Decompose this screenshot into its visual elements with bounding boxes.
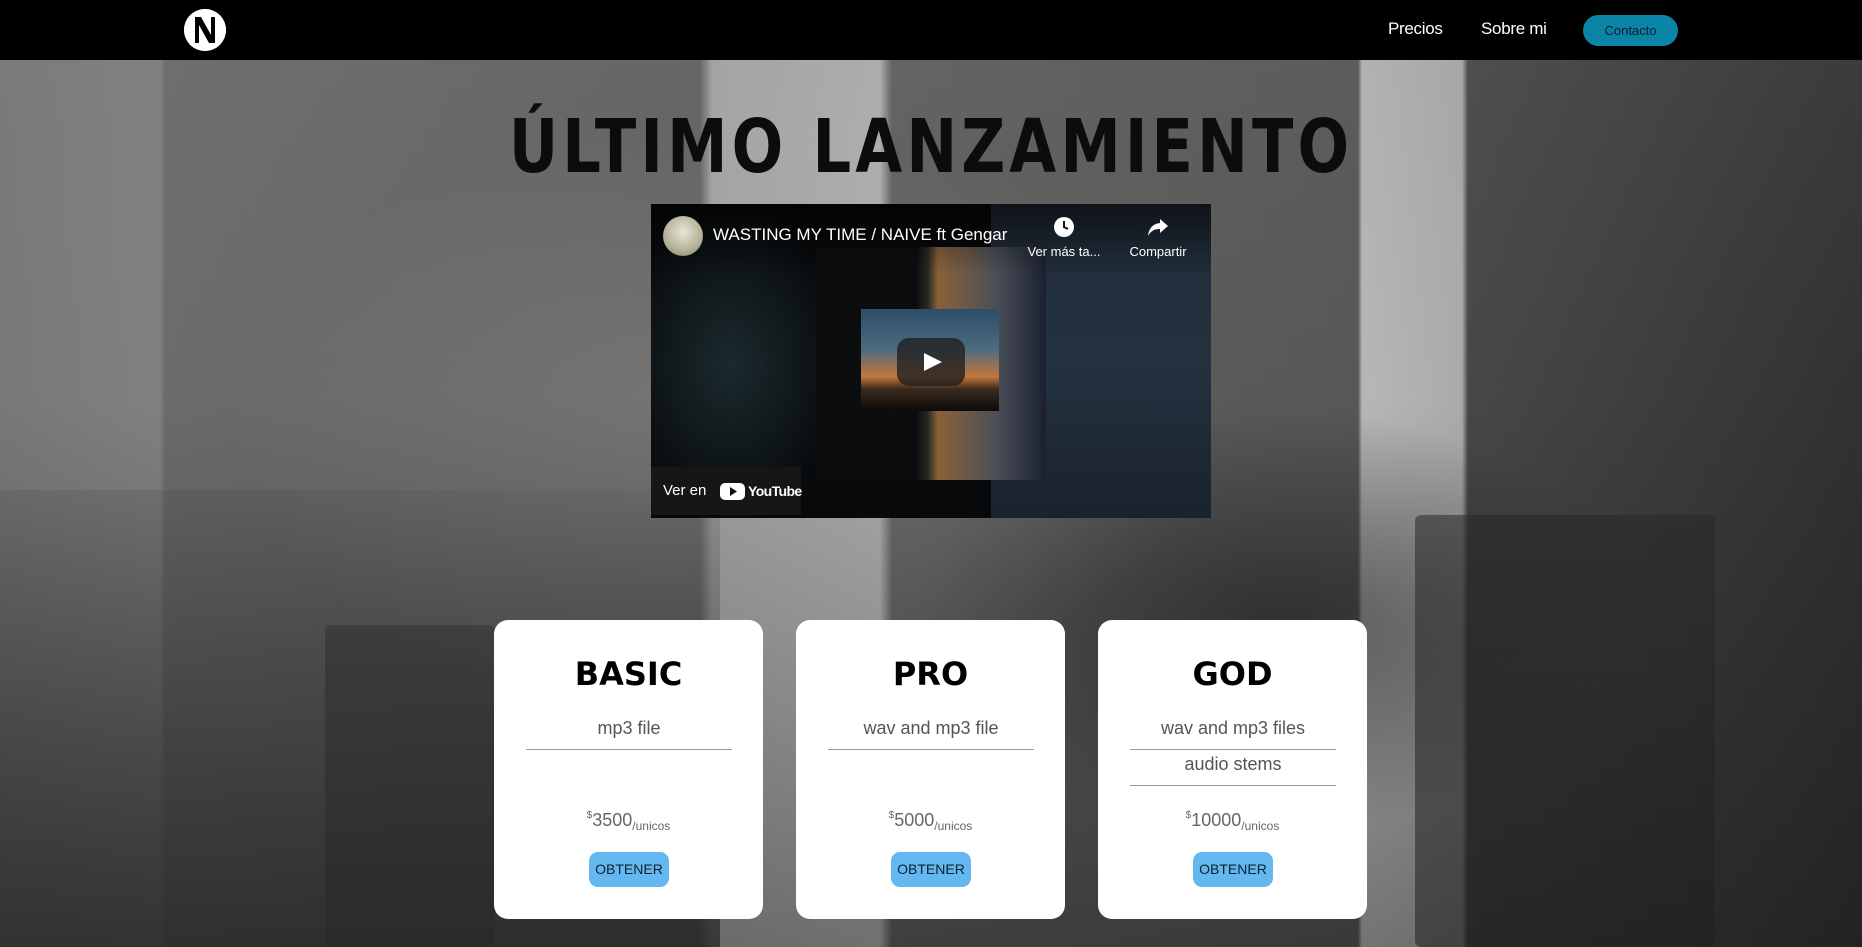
watch-later-label: Ver más ta... [1027, 244, 1101, 259]
logo-icon [184, 9, 226, 51]
obtener-button[interactable]: OBTENER [1193, 852, 1273, 887]
pricing-card-pro: PRO wav and mp3 file $5000/unicos OBTENE… [796, 620, 1065, 919]
plan-name: GOD [1192, 655, 1273, 693]
top-navbar: Precios Sobre mi Contacto [0, 0, 1862, 60]
contact-button[interactable]: Contacto [1583, 15, 1678, 46]
plan-feature: audio stems [1130, 750, 1336, 786]
nav-link-precios[interactable]: Precios [1388, 19, 1443, 39]
plan-price: $3500/unicos [586, 810, 671, 833]
pricing-card-god: GOD wav and mp3 files audio stems $10000… [1098, 620, 1367, 919]
youtube-wordmark: YouTube [748, 483, 802, 499]
play-button[interactable] [897, 338, 965, 386]
nav-link-sobre-mi[interactable]: Sobre mi [1481, 19, 1547, 39]
plan-name: PRO [892, 655, 969, 693]
channel-avatar[interactable] [663, 216, 703, 256]
play-icon [924, 353, 942, 371]
plan-name: BASIC [574, 655, 683, 693]
obtener-button[interactable]: OBTENER [891, 852, 971, 887]
logo[interactable] [184, 9, 226, 51]
plan-price: $10000/unicos [1185, 810, 1280, 833]
youtube-icon: YouTube [720, 481, 802, 501]
clock-icon [1053, 216, 1075, 238]
video-title[interactable]: WASTING MY TIME / NAIVE ft Gengar [713, 225, 1007, 245]
watch-on-youtube[interactable]: Ver en YouTube [651, 467, 802, 515]
share-icon [1147, 216, 1169, 238]
watch-later-button[interactable]: Ver más ta... [1024, 216, 1104, 259]
share-button[interactable]: Compartir [1118, 216, 1198, 259]
plan-price: $5000/unicos [888, 810, 973, 833]
pricing-card-basic: BASIC mp3 file $3500/unicos OBTENER [494, 620, 763, 919]
plan-feature: wav and mp3 file [828, 714, 1034, 750]
plan-feature: wav and mp3 files [1130, 714, 1336, 750]
youtube-embed[interactable]: WASTING MY TIME / NAIVE ft Gengar Ver má… [651, 204, 1211, 518]
obtener-button[interactable]: OBTENER [589, 852, 669, 887]
watch-on-label: Ver en [663, 482, 707, 499]
plan-feature: mp3 file [526, 714, 732, 750]
page-title: ÚLTIMO LANZAMIENTO [508, 104, 1354, 190]
share-label: Compartir [1129, 244, 1187, 259]
